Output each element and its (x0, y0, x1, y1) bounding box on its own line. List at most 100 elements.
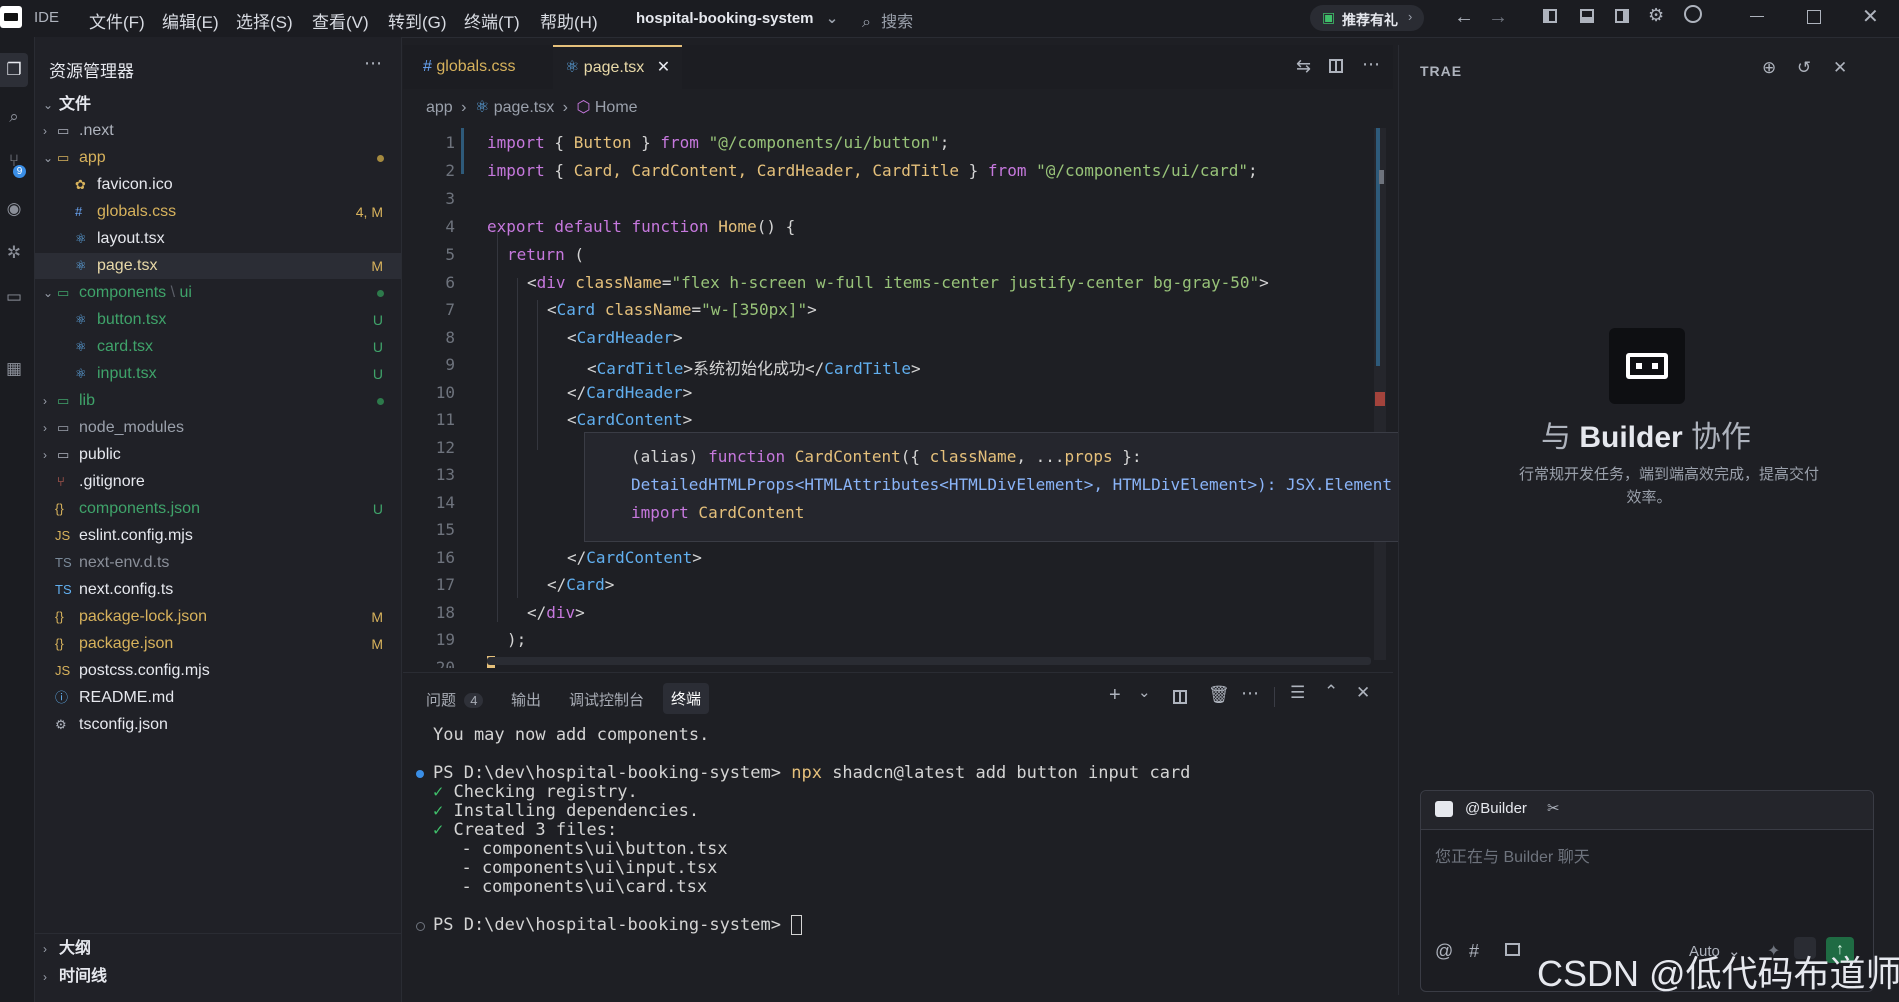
tree-label: page.tsx (97, 257, 158, 274)
settings-gear-icon[interactable]: ⚙ (1648, 5, 1664, 26)
remote-icon[interactable]: ▭ (2, 285, 26, 309)
react-icon: ⚛ (75, 366, 87, 381)
new-chat-icon[interactable]: ⊕ (1762, 58, 1776, 78)
extensions-bug-icon[interactable]: ✲ (2, 241, 26, 265)
tree-file-favicon[interactable]: ✿ favicon.ico (35, 172, 401, 198)
close-panel-icon[interactable]: ✕ (1833, 58, 1847, 78)
section-timeline[interactable]: › 时间线 (35, 964, 401, 990)
trash-icon[interactable]: 🗑 (1208, 685, 1230, 705)
tree-file-eslint[interactable]: JS eslint.config.mjs (35, 523, 401, 549)
chevron-down-icon: ⌄ (43, 286, 54, 300)
toggle-aux-icon[interactable] (1615, 9, 1629, 23)
tab-problems[interactable]: 问题 4 (426, 689, 484, 710)
tree-file-components-json[interactable]: {} components.json U (35, 496, 401, 522)
tree-file-tsconfig[interactable]: ⚙ tsconfig.json (35, 712, 401, 738)
explorer-files-icon[interactable]: ❐ (2, 58, 26, 82)
account-icon[interactable] (1684, 5, 1702, 23)
tree-folder-components[interactable]: ⌄ ▭ components \ ui (35, 280, 401, 306)
more-actions-icon[interactable]: ⋯ (1241, 683, 1259, 704)
tree-file-readme[interactable]: ⓘ README.md (35, 685, 401, 711)
minimize-icon[interactable] (1750, 16, 1764, 17)
code-line-8: <CardHeader> (567, 328, 683, 347)
search-box[interactable]: ⌕ 搜索 (862, 8, 1262, 31)
tab-globals-css[interactable]: # globals.css (411, 45, 528, 89)
image-upload-icon[interactable] (1505, 943, 1520, 956)
ide-label[interactable]: IDE (34, 9, 59, 26)
terminal-status-dot-icon (416, 922, 425, 931)
toggle-sidebar-icon[interactable] (1543, 9, 1557, 23)
menu-view[interactable]: 查看(V) (312, 8, 369, 33)
section-outline[interactable]: › 大纲 (35, 936, 401, 962)
git-status-badge: M (371, 258, 383, 274)
ts-file-icon: TS (55, 555, 72, 570)
promo-button[interactable]: ▣ 推荐有礼 › (1310, 5, 1424, 31)
close-panel-icon[interactable]: ✕ (1356, 683, 1370, 703)
tools-icon[interactable]: ✂ (1547, 799, 1560, 817)
tree-file-input[interactable]: ⚛ input.tsx U (35, 361, 401, 387)
editor-scrollbar[interactable] (1374, 128, 1386, 660)
chat-input[interactable]: 您正在与 Builder 聊天 (1435, 843, 1855, 923)
tab-output[interactable]: 输出 (511, 689, 541, 710)
restore-icon[interactable] (1807, 10, 1821, 24)
menu-goto[interactable]: 转到(G) (388, 8, 447, 33)
menu-terminal[interactable]: 终端(T) (464, 8, 520, 33)
tree-file-layout[interactable]: ⚛ layout.tsx (35, 226, 401, 252)
tree-folder-next[interactable]: › ▭ .next (35, 118, 401, 144)
close-window-icon[interactable]: ✕ (1862, 4, 1879, 29)
more-actions-icon[interactable]: ⋯ (364, 53, 382, 74)
tree-file-package-lock[interactable]: {} package-lock.json M (35, 604, 401, 630)
close-tab-icon[interactable]: ✕ (657, 59, 670, 76)
split-terminal-icon[interactable] (1173, 690, 1187, 704)
tree-folder-public[interactable]: › ▭ public (35, 442, 401, 468)
folder-icon: ▭ (57, 420, 70, 435)
back-icon[interactable]: ← (1454, 6, 1474, 29)
menu-edit[interactable]: 编辑(E) (162, 8, 219, 33)
hash-context-icon[interactable]: # (1469, 941, 1479, 962)
tree-file-next-config[interactable]: TS next.config.ts (35, 577, 401, 603)
compare-changes-icon[interactable]: ⇆ (1296, 56, 1311, 77)
tree-file-postcss[interactable]: JS postcss.config.mjs (35, 658, 401, 684)
section-files[interactable]: ⌄ 文件 (35, 92, 401, 118)
tree-file-page[interactable]: ⚛ page.tsx M (35, 253, 401, 279)
tree-file-globals-css[interactable]: # globals.css 4, M (35, 199, 401, 225)
forward-icon[interactable]: → (1488, 6, 1508, 29)
more-actions-icon[interactable]: ⋯ (1362, 54, 1380, 75)
git-status-badge: M (371, 609, 383, 625)
code-editor[interactable]: 1 2 3 4 5 6 7 8 9 10 11 12 13 14 15 16 1… (403, 128, 1393, 668)
tree-label: node_modules (79, 419, 184, 436)
apps-grid-icon[interactable]: ▦ (2, 357, 26, 381)
sliders-icon[interactable]: ☰ (1290, 683, 1305, 703)
new-terminal-plus-icon[interactable]: + (1109, 684, 1121, 707)
tab-terminal[interactable]: 终端 (663, 683, 710, 714)
line-number: 9 (445, 355, 455, 374)
tree-folder-lib[interactable]: › ▭ lib (35, 388, 401, 414)
menu-file[interactable]: 文件(F) (89, 8, 145, 33)
tree-file-card[interactable]: ⚛ card.tsx U (35, 334, 401, 360)
breadcrumb-item[interactable]: app (426, 99, 453, 116)
horizontal-scrollbar[interactable] (487, 657, 1371, 665)
search-icon[interactable]: ⌕ (2, 105, 26, 129)
tree-folder-node-modules[interactable]: › ▭ node_modules (35, 415, 401, 441)
history-icon[interactable]: ↺ (1797, 58, 1811, 78)
toggle-panel-icon[interactable] (1580, 9, 1594, 23)
split-editor-icon[interactable] (1329, 59, 1343, 73)
tree-folder-app[interactable]: ⌄ ▭ app (35, 145, 401, 171)
tree-file-gitignore[interactable]: ⑂ .gitignore (35, 469, 401, 495)
breadcrumb-item[interactable]: Home (595, 99, 638, 116)
tree-file-next-env[interactable]: TS next-env.d.ts (35, 550, 401, 576)
menu-selection[interactable]: 选择(S) (236, 8, 293, 33)
run-debug-icon[interactable]: ◉ (2, 197, 26, 221)
line-number: 3 (445, 189, 455, 208)
project-selector[interactable]: hospital-booking-system ⌄ (636, 9, 838, 27)
tab-page-tsx[interactable]: ⚛ page.tsx ✕ (553, 45, 683, 89)
terminal-prompt-line[interactable]: PS D:\dev\hospital-booking-system> (433, 915, 803, 935)
tab-debug-console[interactable]: 调试控制台 (569, 689, 644, 710)
menu-help[interactable]: 帮助(H) (540, 8, 598, 33)
tree-file-package-json[interactable]: {} package.json M (35, 631, 401, 657)
at-mention-icon[interactable]: @ (1435, 941, 1453, 962)
builder-small-icon (1435, 801, 1453, 817)
chevron-down-icon[interactable]: ⌄ (1138, 683, 1151, 701)
tree-file-button[interactable]: ⚛ button.tsx U (35, 307, 401, 333)
breadcrumb-item[interactable]: page.tsx (494, 99, 554, 116)
maximize-panel-chevron-up-icon[interactable]: ⌃ (1324, 682, 1338, 702)
